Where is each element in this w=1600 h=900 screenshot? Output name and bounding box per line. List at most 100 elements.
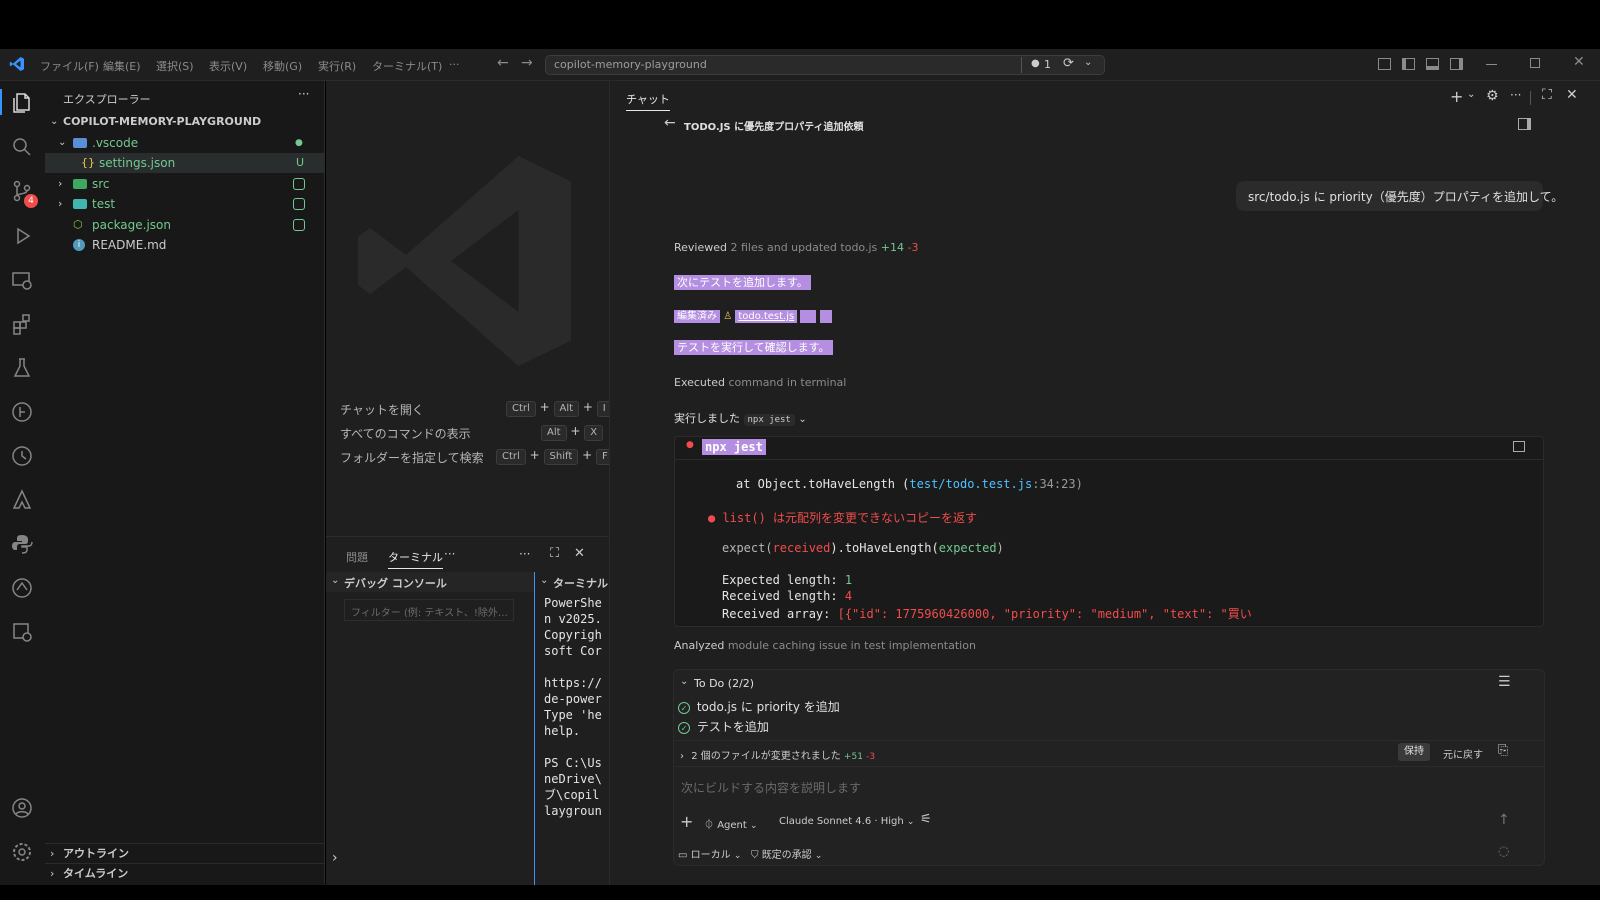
- tab-problems[interactable]: 問題: [346, 549, 368, 565]
- accounts-icon[interactable]: [10, 796, 34, 820]
- shortcut-search-folder[interactable]: フォルダーを指定して検索 Ctrl + Shift + F: [340, 447, 614, 467]
- shortcut-open-chat[interactable]: チャットを開く Ctrl + Alt + I: [340, 399, 612, 419]
- add-context-icon[interactable]: +: [680, 812, 693, 831]
- problem-count[interactable]: 1: [1044, 58, 1051, 71]
- menu-edit[interactable]: 編集(E): [103, 58, 141, 74]
- settings-gear-icon[interactable]: ⚙: [1486, 88, 1499, 104]
- highlighted-line-1: 次にテストを追加します。: [674, 274, 811, 290]
- manage-gear-icon[interactable]: [10, 840, 34, 864]
- copilot-icon[interactable]: [10, 576, 34, 600]
- run-debug-icon[interactable]: [10, 224, 34, 248]
- received-array-label: Received array:: [722, 607, 831, 621]
- restore-icon[interactable]: [1530, 58, 1540, 68]
- toggle-sessions-icon[interactable]: [1518, 118, 1531, 130]
- back-arrow-icon[interactable]: ←: [497, 55, 509, 71]
- tree-item-package-json[interactable]: ⬡ package.json: [45, 215, 325, 235]
- minimize-icon[interactable]: [1486, 64, 1497, 65]
- chevron-right-icon[interactable]: ›: [332, 850, 338, 866]
- approval-picker[interactable]: ⛉ 既定の承認 ⌄: [751, 846, 822, 861]
- new-chat-icon[interactable]: +: [1450, 87, 1463, 106]
- ran-command-line[interactable]: 実行しました npx jest ⌄: [674, 410, 807, 426]
- keep-button[interactable]: 保持: [1398, 743, 1430, 761]
- terminal-output-block[interactable]: ● npx jest at Object.toHaveLength (test/…: [674, 436, 1544, 627]
- menu-view[interactable]: 表示(V): [209, 58, 247, 74]
- debug-console-header[interactable]: ⌄ デバッグ コンソール: [326, 572, 534, 592]
- model-picker[interactable]: Claude Sonnet 4.6 · High ⌄: [779, 816, 914, 827]
- more-actions-icon[interactable]: ···: [298, 87, 309, 101]
- testing-icon[interactable]: [10, 356, 34, 380]
- view-changes-icon[interactable]: ⎘: [1498, 743, 1508, 758]
- menu-selection[interactable]: 選択(S): [156, 58, 194, 74]
- extensions-icon[interactable]: [10, 312, 34, 336]
- tree-item-test[interactable]: › test: [45, 194, 325, 214]
- git-graph-icon[interactable]: [10, 400, 34, 424]
- changed-files-summary[interactable]: › 2 個のファイルが変更されました +51 -3: [680, 747, 875, 762]
- shortcut-show-commands[interactable]: すべてのコマンドの表示 Alt + X: [340, 423, 604, 443]
- close-chat-icon[interactable]: ✕: [1566, 87, 1578, 103]
- reviewed-line[interactable]: Reviewed 2 files and updated todo.js +14…: [674, 241, 918, 254]
- more-actions-icon[interactable]: ···: [1510, 88, 1521, 102]
- stack-file-link[interactable]: test/todo.test.js: [909, 477, 1032, 491]
- layout-customize-icon[interactable]: [1378, 58, 1391, 70]
- executed-line[interactable]: Executed command in terminal: [674, 376, 846, 389]
- chat-input-container: ⌄ To Do (2/2) ☰ ✓ todo.js に priority を追加…: [673, 669, 1545, 866]
- user-message-bubble: src/todo.js に priority（優先度）プロパティを追加して。: [1236, 181, 1563, 211]
- menu-more[interactable]: ···: [449, 58, 460, 71]
- back-arrow-icon[interactable]: ←: [664, 115, 676, 131]
- menu-go[interactable]: 移動(G): [263, 58, 302, 74]
- outline-section[interactable]: › アウトライン: [45, 843, 325, 863]
- send-arrow-icon[interactable]: ↑: [1498, 812, 1510, 828]
- timeline-icon[interactable]: [10, 444, 34, 468]
- tools-config-icon[interactable]: ⚟: [920, 812, 932, 827]
- chevron-down-icon[interactable]: ⌄: [1467, 89, 1475, 100]
- folder-icon: [73, 179, 87, 189]
- maximize-panel-icon[interactable]: ⛶: [550, 546, 559, 561]
- azure-icon[interactable]: [10, 488, 34, 512]
- toggle-secondary-sidebar-icon[interactable]: [1450, 58, 1463, 70]
- menu-run[interactable]: 実行(R): [318, 58, 356, 74]
- timeline-section[interactable]: › タイムライン: [45, 863, 325, 883]
- forward-arrow-icon[interactable]: →: [521, 55, 533, 71]
- menu-file[interactable]: ファイル(F): [40, 58, 99, 74]
- local-target-picker[interactable]: ▭ ローカル ⌄: [678, 846, 741, 861]
- explorer-icon[interactable]: [10, 91, 34, 115]
- remote-explorer-icon[interactable]: [10, 268, 34, 292]
- tab-terminal[interactable]: ターミナル: [388, 549, 443, 569]
- debug-filter-input[interactable]: フィルター (例: テキスト、!除外…: [344, 599, 514, 621]
- tree-item-readme[interactable]: i README.md: [45, 235, 325, 255]
- search-icon[interactable]: [10, 135, 34, 159]
- edited-file-link[interactable]: todo.test.js: [735, 310, 798, 323]
- toggle-panel-icon[interactable]: [1426, 58, 1439, 70]
- toggle-sidebar-icon[interactable]: [1402, 58, 1415, 70]
- close-window-icon[interactable]: ✕: [1573, 54, 1585, 70]
- chevron-down-icon[interactable]: ⌄: [1084, 57, 1092, 68]
- edited-file-line[interactable]: 編集済み ♙ todo.test.js: [674, 307, 832, 323]
- python-icon[interactable]: [10, 532, 34, 556]
- local-label: ローカル: [690, 850, 731, 861]
- menu-terminal[interactable]: ターミナル(T): [372, 58, 442, 74]
- terminal-header[interactable]: ⌄ ターミナル: [535, 572, 609, 592]
- chevron-down-icon[interactable]: ⌄: [680, 676, 688, 687]
- maximize-icon[interactable]: ⛶: [1542, 87, 1552, 103]
- terminal-output[interactable]: PowerShe n v2025. Copyrigh soft Cor https:/…: [544, 595, 609, 845]
- todo-title[interactable]: To Do (2/2): [694, 677, 754, 690]
- copilot-status-icon[interactable]: ⟳: [1063, 56, 1074, 71]
- remote-settings-icon[interactable]: [10, 620, 34, 644]
- tree-item-settings-json[interactable]: {} settings.json U: [45, 153, 325, 173]
- workspace-root[interactable]: ⌄ COPILOT-MEMORY-PLAYGROUND: [45, 112, 325, 132]
- tab-chat[interactable]: チャット: [626, 91, 670, 111]
- tree-item-src[interactable]: › src: [45, 174, 325, 194]
- chat-input[interactable]: 次にビルドする内容を説明します: [674, 767, 1544, 811]
- command-center[interactable]: copilot-memory-playground ● 1 ⟳ ⌄: [545, 55, 1105, 75]
- more-actions-icon[interactable]: ···: [519, 547, 530, 561]
- todo-list-icon[interactable]: ☰: [1498, 674, 1511, 690]
- tab-more[interactable]: ···: [444, 547, 455, 561]
- tree-item-vscode[interactable]: ⌄ .vscode ●: [45, 133, 325, 153]
- open-in-terminal-icon[interactable]: [1513, 441, 1525, 452]
- undo-button[interactable]: 元に戻す: [1443, 746, 1483, 761]
- panel-splitter[interactable]: [534, 572, 535, 886]
- agent-mode-picker[interactable]: ⏀ Agent ⌄: [704, 816, 758, 831]
- analyzed-line[interactable]: Analyzed module caching issue in test im…: [674, 639, 976, 652]
- close-panel-icon[interactable]: ✕: [574, 546, 585, 561]
